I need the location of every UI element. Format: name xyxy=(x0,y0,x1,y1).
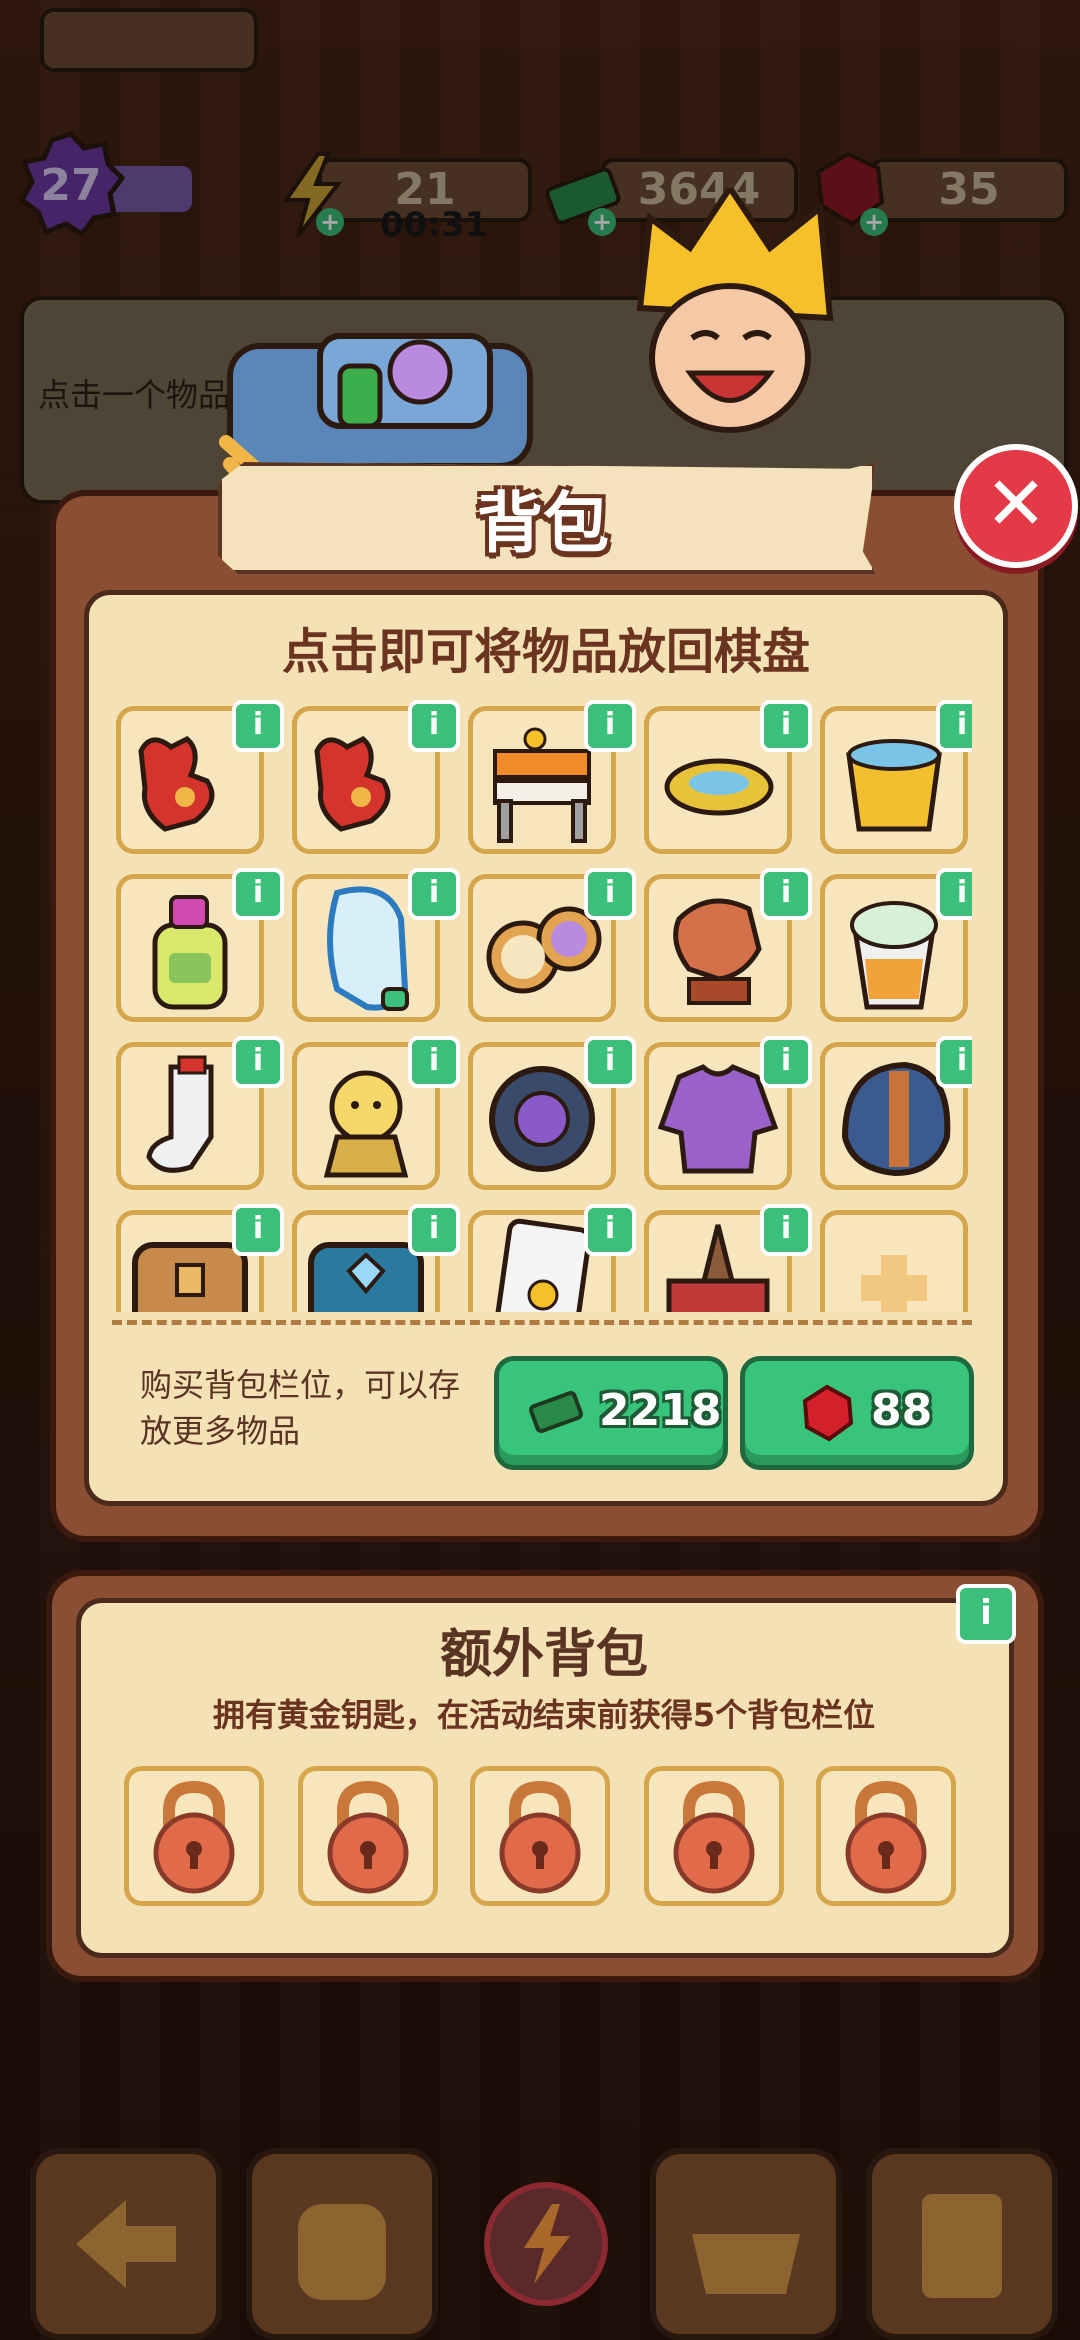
extra-backpack-subtitle: 拥有黄金钥匙，在活动结束前获得5个背包栏位 xyxy=(212,1696,876,1734)
backpack-icon xyxy=(298,2204,386,2300)
item-grid: i i i i i i i i i i i i i i i i i i i xyxy=(112,700,972,1312)
energy-button[interactable] xyxy=(484,2182,608,2306)
add-slot-button[interactable] xyxy=(820,1210,968,1312)
item-info-button[interactable]: i xyxy=(408,1204,460,1256)
item-info-button[interactable]: i xyxy=(408,1036,460,1088)
item-info-button[interactable]: i xyxy=(232,868,284,920)
item-info-button[interactable]: i xyxy=(408,700,460,752)
extra-backpack-title: 额外背包 xyxy=(439,1625,648,1685)
back-button[interactable] xyxy=(30,2148,222,2340)
item-info-button[interactable]: i xyxy=(584,868,636,920)
lightning-icon xyxy=(524,2204,570,2284)
padlock-icon xyxy=(845,1780,927,1894)
backpack-button[interactable] xyxy=(246,2148,438,2340)
divider xyxy=(112,1320,972,1325)
plus-icon xyxy=(861,1255,927,1312)
item-info-button[interactable]: i xyxy=(760,700,812,752)
basket-icon xyxy=(692,2234,800,2294)
item-info-button[interactable]: i xyxy=(760,868,812,920)
locked-slot[interactable] xyxy=(644,1766,784,1906)
item-info-button[interactable]: i xyxy=(584,1036,636,1088)
item-info-button[interactable]: i xyxy=(584,1204,636,1256)
padlock-icon xyxy=(499,1780,581,1894)
close-button[interactable]: ✕ xyxy=(954,444,1078,568)
gem-price: 88 xyxy=(871,1385,933,1436)
mascot-character-icon xyxy=(636,188,834,433)
clipboard-star-icon xyxy=(922,2194,1002,2298)
item-info-button[interactable]: i xyxy=(232,1036,284,1088)
locked-slot[interactable] xyxy=(470,1766,610,1906)
padlock-icon xyxy=(153,1780,235,1894)
cash-stack-icon xyxy=(529,1391,583,1433)
item-info-button[interactable]: i xyxy=(936,700,972,752)
item-info-button[interactable]: i xyxy=(760,1204,812,1256)
backpack-subtitle: 点击即可将物品放回棋盘 xyxy=(281,624,810,680)
item-info-button[interactable]: i xyxy=(936,868,972,920)
padlock-icon xyxy=(673,1780,755,1894)
buy-slots-text: 购买背包栏位，可以存放更多物品 xyxy=(140,1366,461,1450)
item-info-button[interactable]: i xyxy=(760,1036,812,1088)
locked-slot[interactable] xyxy=(816,1766,956,1906)
backpack-title: 背包 xyxy=(477,485,609,562)
item-info-button[interactable]: i xyxy=(232,1204,284,1256)
arrow-left-icon xyxy=(76,2200,176,2288)
buy-with-gems-button[interactable]: 88 xyxy=(740,1356,974,1470)
padlock-icon xyxy=(327,1780,409,1894)
quest-clipboard-button[interactable] xyxy=(866,2148,1058,2340)
close-icon: ✕ xyxy=(984,461,1047,547)
item-info-button[interactable]: i xyxy=(232,700,284,752)
item-info-button[interactable]: i xyxy=(936,1036,972,1088)
locked-slot[interactable] xyxy=(298,1766,438,1906)
buy-with-cash-button[interactable]: 2218 xyxy=(494,1356,728,1470)
ruby-gem-icon xyxy=(802,1384,854,1442)
locked-slot[interactable] xyxy=(124,1766,264,1906)
item-info-button[interactable]: i xyxy=(584,700,636,752)
shop-basket-button[interactable] xyxy=(650,2148,842,2340)
cash-price: 2218 xyxy=(599,1385,722,1436)
item-info-button[interactable]: i xyxy=(408,868,460,920)
